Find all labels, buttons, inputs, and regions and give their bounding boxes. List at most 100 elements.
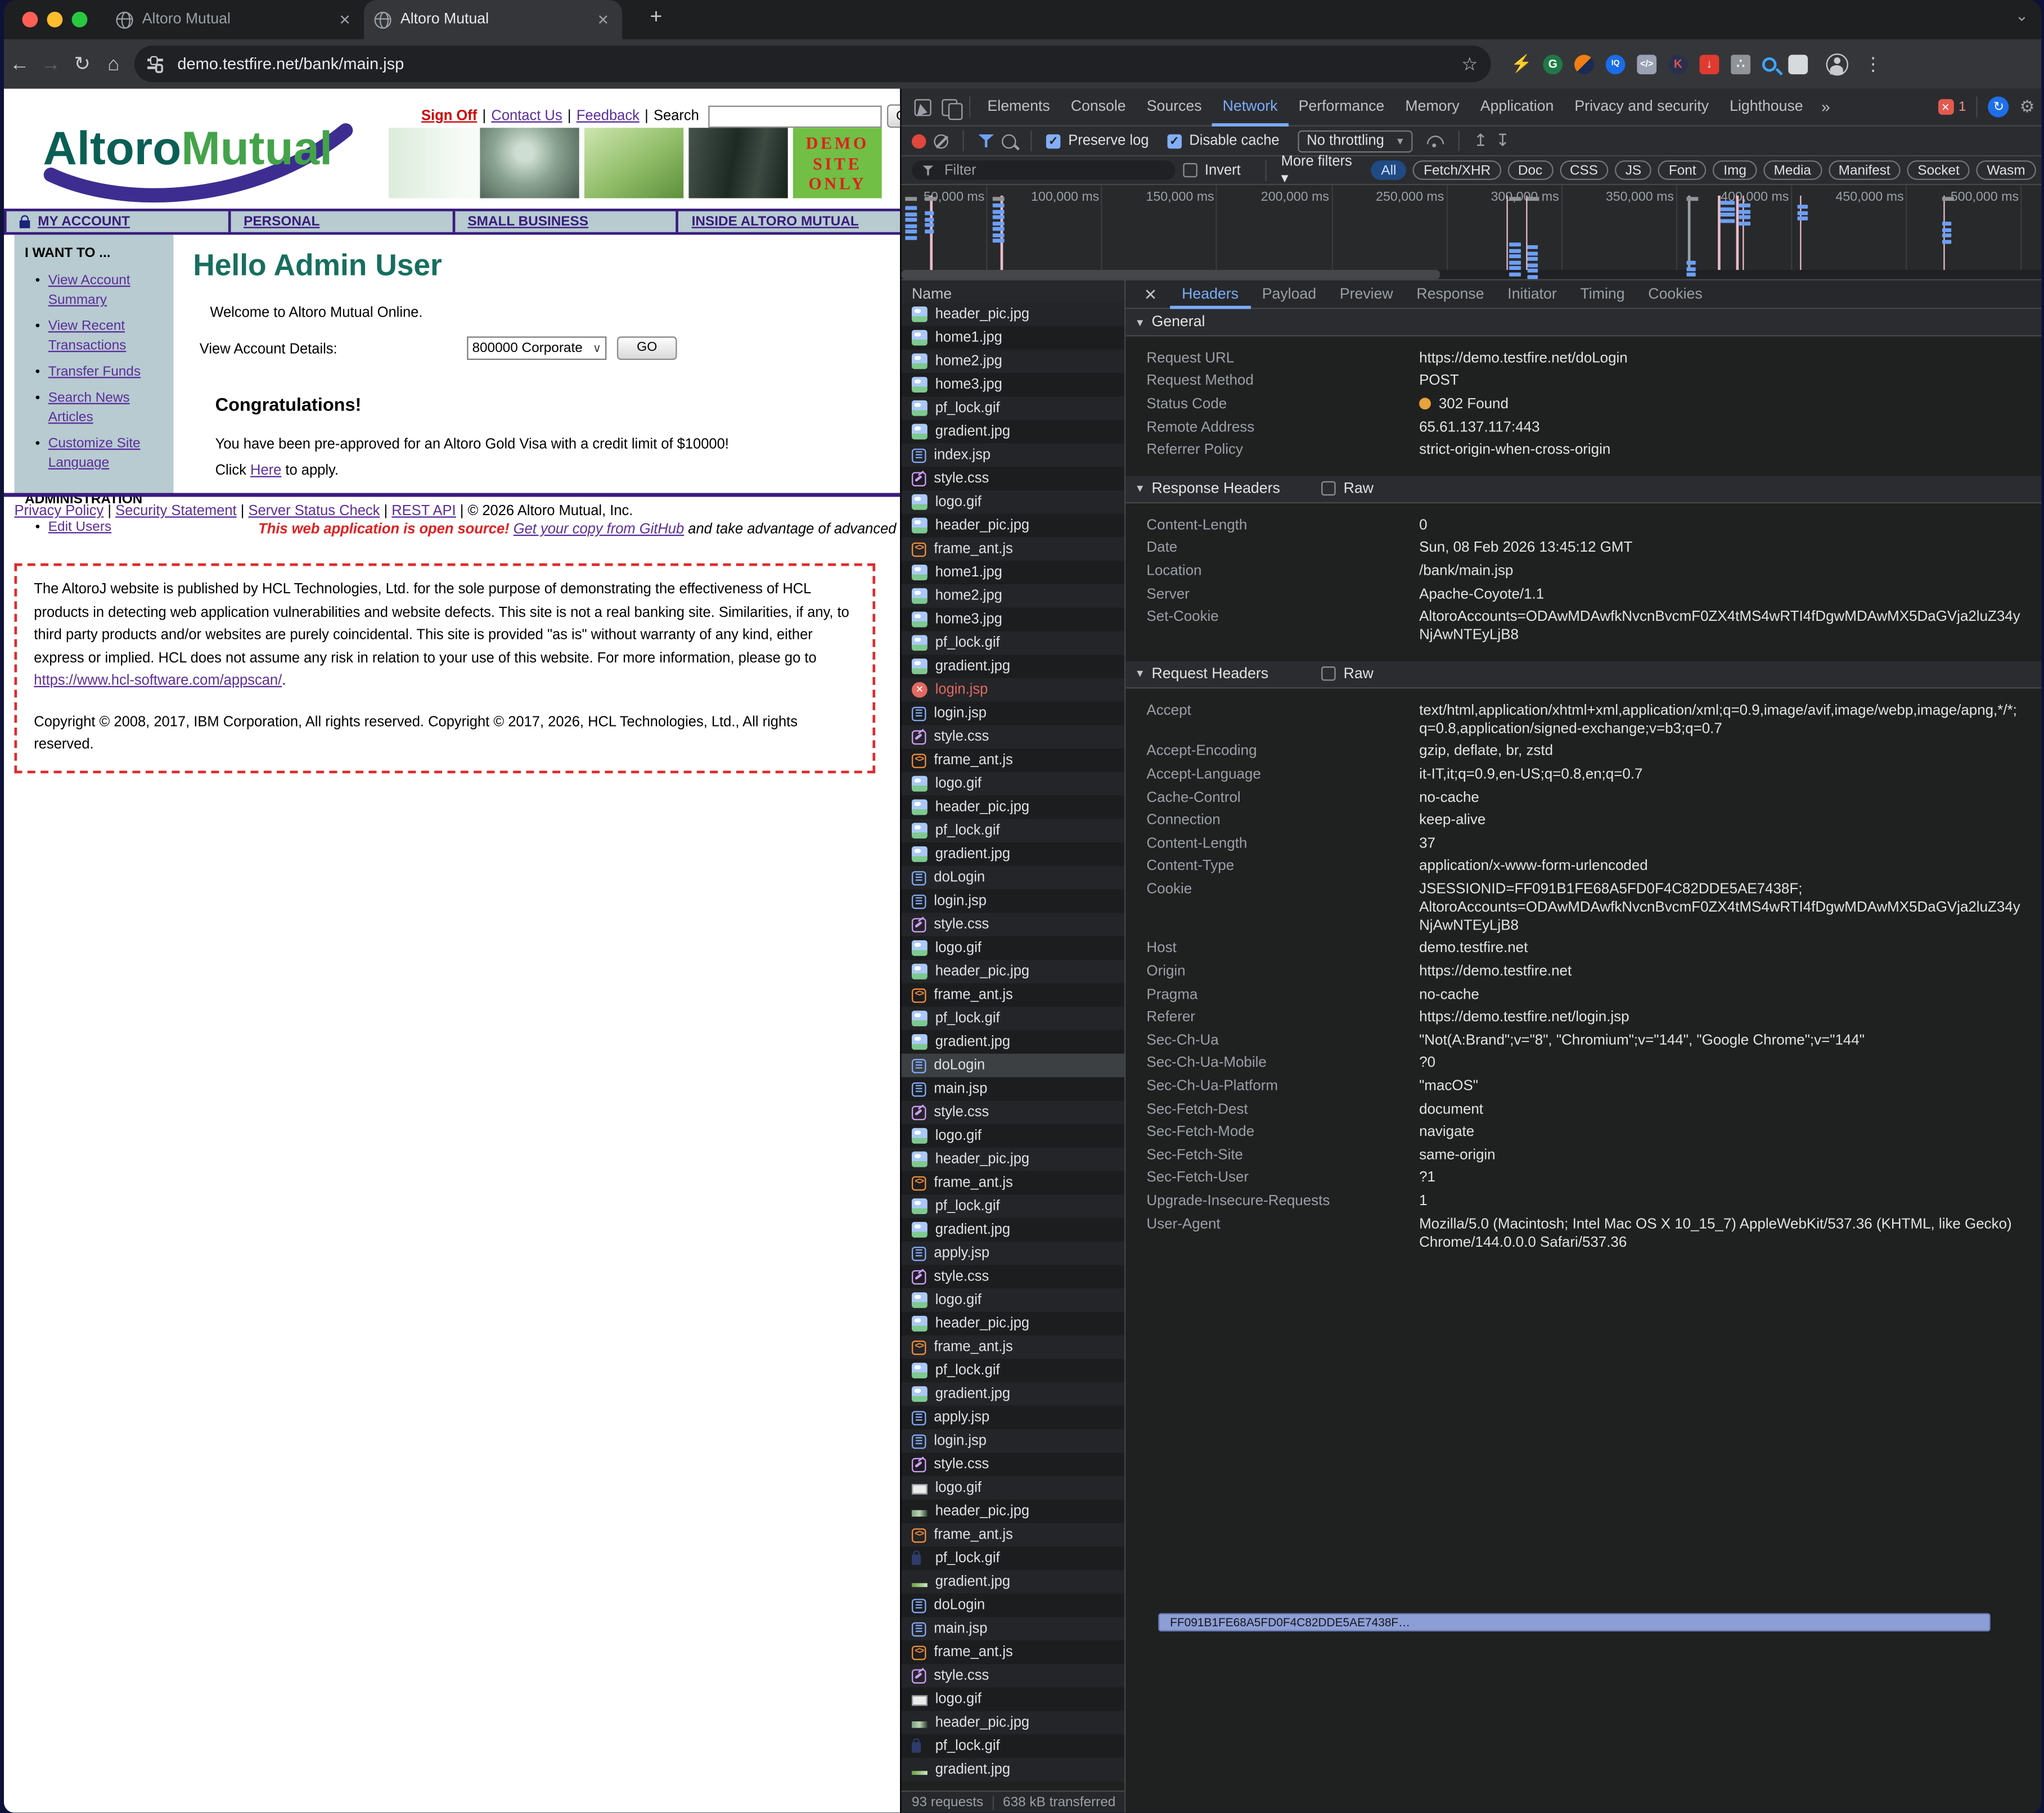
reload-button[interactable]: ↻ [66,52,98,75]
network-request-row[interactable]: gradient.jpg [901,842,1124,866]
footer-link[interactable]: Privacy Policy [15,503,104,519]
new-tab-button[interactable]: + [643,7,669,30]
network-request-row[interactable]: pf_lock.gif [901,1546,1124,1571]
network-request-row[interactable]: home1.jpg [901,561,1124,584]
invert-label[interactable]: Invert [1205,163,1241,178]
site-nav-item[interactable]: SMALL BUSINESS [452,211,676,232]
network-request-row[interactable]: doLogin [901,1593,1124,1617]
network-request-row[interactable]: index.jsp [901,443,1124,467]
contact-us-link[interactable]: Contact Us [491,108,562,124]
site-search-input[interactable] [708,105,882,128]
forward-button[interactable]: → [35,53,67,75]
detail-tab[interactable]: Cookies [1636,279,1714,308]
network-request-row[interactable]: login.jsp [901,701,1124,725]
network-request-row[interactable]: home3.jpg [901,373,1124,396]
profile-avatar[interactable] [1826,52,1849,75]
network-request-row[interactable]: style.css [901,1453,1124,1477]
devtools-tab[interactable]: Lighthouse [1719,88,1814,126]
request-type-filter-pill[interactable]: Socket [1907,160,1970,181]
network-request-row[interactable]: header_pic.jpg [901,1311,1124,1336]
footer-link[interactable]: REST API [391,503,456,519]
disable-cache-label[interactable]: Disable cache [1189,133,1279,149]
devtools-tab[interactable]: Performance [1288,88,1395,126]
network-request-row[interactable]: gradient.jpg [901,655,1124,678]
network-request-row[interactable]: style.css [901,1664,1124,1688]
network-request-row[interactable]: gradient.jpg [901,1570,1124,1594]
request-type-filter-pill[interactable]: Doc [1507,160,1553,181]
network-request-row[interactable]: logo.gif [901,936,1124,960]
filter-toggle-icon[interactable] [978,134,994,148]
raw-checkbox[interactable] [1321,667,1336,682]
request-type-filter-pill[interactable]: Media [1763,160,1822,181]
request-type-filter-pill[interactable]: Fetch/XHR [1413,160,1501,181]
close-window-button[interactable] [22,11,38,28]
github-link[interactable]: Get your copy from GitHub [514,522,684,538]
error-badge-icon[interactable]: ✕ [1937,99,1953,115]
network-request-row[interactable]: frame_ant.js [901,537,1124,561]
extension-icon[interactable]: </> [1637,54,1657,74]
more-filters-dropdown[interactable]: More filters ▾ [1281,154,1353,187]
network-conditions-icon[interactable] [1425,134,1443,148]
home-button[interactable]: ⌂ [98,53,129,75]
network-request-row[interactable]: pf_lock.gif [901,819,1124,843]
url-text[interactable]: demo.testfire.net/bank/main.jsp [177,55,1461,73]
sidebar-link[interactable]: Transfer Funds [48,364,141,380]
network-request-row[interactable]: frame_ant.js [901,983,1124,1007]
network-request-row[interactable]: gradient.jpg [901,420,1124,444]
request-type-filter-pill[interactable]: Manifest [1828,160,1901,181]
site-nav-item[interactable]: PERSONAL [228,211,452,232]
request-type-filter-pill[interactable]: Img [1713,160,1757,181]
tab-close-icon[interactable]: ✕ [336,11,354,28]
account-go-button[interactable]: GO [616,336,677,360]
network-request-row[interactable]: style.css [901,1265,1124,1289]
site-nav-item[interactable]: MY ACCOUNT [3,211,228,232]
bookmark-star-icon[interactable]: ☆ [1461,53,1478,75]
network-request-row[interactable]: apply.jsp [901,1241,1124,1265]
browser-tab[interactable]: Altoro Mutual ✕ [106,0,364,39]
footer-link[interactable]: Server Status Check [248,503,380,519]
apply-here-link[interactable]: Here [250,463,281,479]
devtools-tab[interactable]: Sources [1136,88,1212,126]
network-request-row[interactable]: frame_ant.js [901,1523,1124,1547]
network-request-row[interactable]: apply.jsp [901,1405,1124,1429]
devtools-settings-gear-icon[interactable]: ⚙ [2020,97,2035,118]
network-request-row[interactable]: pf_lock.gif [901,396,1124,420]
network-request-row[interactable]: pf_lock.gif [901,1734,1124,1758]
raw-checkbox[interactable] [1321,481,1336,497]
network-request-row[interactable]: header_pic.jpg [901,1499,1124,1523]
browser-menu-icon[interactable]: ⋮ [1864,53,1882,75]
inspect-element-icon[interactable] [914,98,931,116]
request-type-filter-pill[interactable]: All [1370,160,1407,181]
tab-close-icon[interactable]: ✕ [595,11,612,28]
network-request-row[interactable]: home1.jpg [901,326,1124,350]
extension-icon[interactable]: ⚡ [1511,53,1532,74]
tab-search-chevron-icon[interactable]: ⌄ [2015,7,2028,25]
timeline-scrollbar[interactable] [901,270,2042,279]
detail-tab[interactable]: Response [1405,279,1496,308]
throttling-select[interactable]: No throttling ▾ [1298,129,1412,152]
address-bar[interactable]: demo.testfire.net/bank/main.jsp ☆ [134,46,1491,83]
disable-cache-checkbox[interactable]: ✓ [1167,133,1182,148]
filter-input[interactable] [942,161,1165,179]
extension-icon[interactable]: ↓ [1699,54,1719,74]
devtools-tab[interactable]: Network [1212,88,1288,126]
network-request-row[interactable]: style.css [901,913,1124,937]
network-request-row[interactable]: pf_lock.gif [901,1007,1124,1031]
network-request-row[interactable]: logo.gif [901,1288,1124,1312]
close-detail-icon[interactable]: ✕ [1133,285,1167,303]
preserve-log-label[interactable]: Preserve log [1068,133,1149,149]
network-request-row[interactable]: gradient.jpg [901,1758,1124,1782]
network-request-row[interactable]: style.css [901,1101,1124,1124]
network-request-row[interactable]: logo.gif [901,1687,1124,1711]
network-request-row[interactable]: main.jsp [901,1077,1124,1101]
network-request-row[interactable]: pf_lock.gif [901,1194,1124,1218]
request-type-filter-pill[interactable]: CSS [1559,160,1609,181]
network-request-row[interactable]: header_pic.jpg [901,959,1124,984]
devtools-promo-icon[interactable]: ↻ [1988,96,2010,118]
maximize-window-button[interactable] [71,11,88,28]
network-search-icon[interactable] [1001,133,1016,148]
sign-off-link[interactable]: Sign Off [421,108,477,124]
sidebar-link[interactable]: Customize Site Language [48,436,141,471]
network-request-row[interactable]: logo.gif [901,1476,1124,1500]
devtools-tab[interactable]: Console [1060,88,1136,126]
